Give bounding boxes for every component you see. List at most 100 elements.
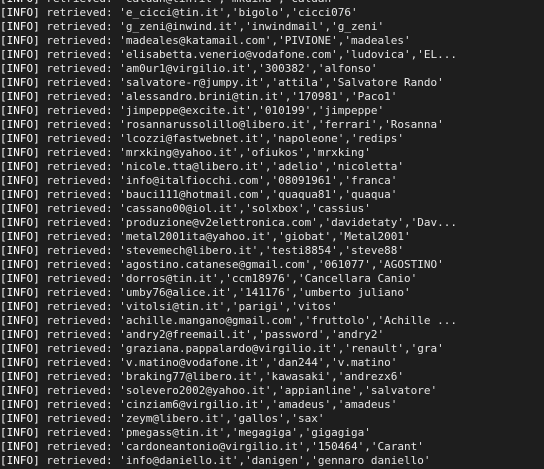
log-level-tag: [INFO] <box>0 62 40 75</box>
log-line: [INFO] retrieved: 'zeym@libero.it','gall… <box>0 412 457 426</box>
log-level-tag: [INFO] <box>0 286 40 299</box>
log-prefix: retrieved: <box>46 370 113 383</box>
log-message: 'produzione@v2elettronica.com','davideta… <box>119 216 457 229</box>
log-line: [INFO] retrieved: 'am0ur1@virgilio.it','… <box>0 62 457 76</box>
log-line: [INFO] retrieved: 'rosannarussolillo@lib… <box>0 118 457 132</box>
log-line: [INFO] retrieved: 'cinziam6@virgilio.it'… <box>0 398 457 412</box>
log-prefix: retrieved: <box>46 76 113 89</box>
log-level-tag: [INFO] <box>0 216 40 229</box>
log-level-tag: [INFO] <box>0 202 40 215</box>
log-message: 'info@italfiocchi.com','08091961','franc… <box>119 174 398 187</box>
log-message: 'graziana.pappalardo@virgilio.it','renau… <box>119 342 444 355</box>
log-level-tag: [INFO] <box>0 370 40 383</box>
log-prefix: retrieved: <box>46 90 113 103</box>
log-line: [INFO] retrieved: 'solevero2002@yahoo.it… <box>0 384 457 398</box>
log-message: 'cardoneantonio@virgilio.it','150464','C… <box>119 440 424 453</box>
log-line: [INFO] retrieved: 'cardoneantonio@virgil… <box>0 440 457 454</box>
log-message: 'vitolsi@tin.it','parigi','vitos' <box>119 300 338 313</box>
terminal-window[interactable]: [INFO] retrieved: 'caldan@tin.it','mkdin… <box>0 0 544 469</box>
log-prefix: retrieved: <box>46 272 113 285</box>
log-message: 'rosannarussolillo@libero.it','ferrari',… <box>119 118 444 131</box>
log-prefix: retrieved: <box>46 48 113 61</box>
log-line: [INFO] retrieved: 'salvatore-r@jumpy.it'… <box>0 76 457 90</box>
log-line: [INFO] retrieved: 'mrxking@yahoo.it','of… <box>0 146 457 160</box>
log-level-tag: [INFO] <box>0 104 40 117</box>
log-message: 'stevemech@libero.it','testi8854','steve… <box>119 244 405 257</box>
log-prefix: retrieved: <box>46 342 113 355</box>
log-message: 'elisabetta.venerio@vodafone.com','ludov… <box>119 48 457 61</box>
log-prefix: retrieved: <box>46 202 113 215</box>
log-line: [INFO] retrieved: 'achille.mangano@gmail… <box>0 314 457 328</box>
log-message: 'jimpeppe@excite.it','010199','jimpeppe' <box>119 104 385 117</box>
log-line: [INFO] retrieved: 'nicole.tta@libero.it'… <box>0 160 457 174</box>
log-prefix: retrieved: <box>46 0 112 5</box>
log-line: [INFO] retrieved: 'bauci111@hotmail.com'… <box>0 188 457 202</box>
log-message: 'agostino.catanese@gmail.com','061077','… <box>119 258 444 271</box>
log-message: 'solevero2002@yahoo.it','appianline','sa… <box>119 384 438 397</box>
log-level-tag: [INFO] <box>0 356 40 369</box>
log-level-tag: [INFO] <box>0 300 40 313</box>
log-level-tag: [INFO] <box>0 426 40 439</box>
log-level-tag: [INFO] <box>0 342 40 355</box>
log-prefix: retrieved: <box>46 398 113 411</box>
log-line: [INFO] retrieved: 'stevemech@libero.it',… <box>0 244 457 258</box>
log-line: [INFO] retrieved: 'umby76@alice.it','141… <box>0 286 457 300</box>
log-prefix: retrieved: <box>46 146 113 159</box>
log-message: 'andry2@freemail.it','password','andry2' <box>119 328 385 341</box>
log-prefix: retrieved: <box>46 300 113 313</box>
log-prefix: retrieved: <box>46 454 113 467</box>
log-prefix: retrieved: <box>46 426 113 439</box>
log-prefix: retrieved: <box>46 188 113 201</box>
log-prefix: retrieved: <box>46 216 113 229</box>
log-line: [INFO] retrieved: 'vitolsi@tin.it','pari… <box>0 300 457 314</box>
log-prefix: retrieved: <box>46 440 113 453</box>
log-level-tag: [INFO] <box>0 76 40 89</box>
log-prefix: retrieved: <box>46 412 113 425</box>
log-message: 'zeym@libero.it','gallos','sax' <box>119 412 325 425</box>
log-line: [INFO] retrieved: 'agostino.catanese@gma… <box>0 258 457 272</box>
log-message: 'dorros@tin.it','ccm18976','Cancellara C… <box>119 272 418 285</box>
log-line: [INFO] retrieved: 'info@italfiocchi.com'… <box>0 174 457 188</box>
log-level-tag: [INFO] <box>0 314 40 327</box>
log-level-tag: [INFO] <box>0 146 40 159</box>
log-line: [INFO] retrieved: 'cassano00@iol.it','so… <box>0 202 457 216</box>
log-prefix: retrieved: <box>46 20 113 33</box>
log-message: 'g_zeni@inwind.it','inwindmail','g_zeni' <box>119 20 385 33</box>
log-line: [INFO] retrieved: 'lcozzi@fastwebnet.it'… <box>0 132 457 146</box>
log-message: 'info@daniello.it','danigen','gennaro da… <box>119 454 431 467</box>
log-level-tag: [INFO] <box>0 174 40 187</box>
log-message: 'umby76@alice.it','141176','umberto juli… <box>119 286 411 299</box>
log-line: [INFO] retrieved: 'e_cicci@tin.it','bigo… <box>0 6 457 20</box>
log-message: 'metal2001ita@yahoo.it','giobat','Metal2… <box>119 230 411 243</box>
log-message: 'braking77@libero.it','kawasaki','andrez… <box>119 370 405 383</box>
log-message: 'nicole.tta@libero.it','adelio','nicolet… <box>119 160 405 173</box>
log-level-tag: [INFO] <box>0 272 40 285</box>
log-level-tag: [INFO] <box>0 258 40 271</box>
log-prefix: retrieved: <box>46 174 113 187</box>
log-line: [INFO] retrieved: 'madeales@katamail.com… <box>0 34 457 48</box>
log-line: [INFO] retrieved: 'andry2@freemail.it','… <box>0 328 457 342</box>
log-message: 'achille.mangano@gmail.com','fruttolo','… <box>119 314 457 327</box>
log-level-tag: [INFO] <box>0 412 40 425</box>
log-line: [INFO] retrieved: 'v.matino@vodafone.it'… <box>0 356 457 370</box>
log-level-tag: [INFO] <box>0 6 40 19</box>
log-message: 'v.matino@vodafone.it','dan244','v.matin… <box>119 356 398 369</box>
log-prefix: retrieved: <box>46 118 113 131</box>
log-prefix: retrieved: <box>46 258 113 271</box>
log-prefix: retrieved: <box>46 286 113 299</box>
log-prefix: retrieved: <box>46 62 113 75</box>
log-prefix: retrieved: <box>46 244 113 257</box>
log-line: [INFO] retrieved: 'dorros@tin.it','ccm18… <box>0 272 457 286</box>
log-message: 'alessandro.brini@tin.it','170981','Paco… <box>119 90 398 103</box>
log-level-tag: [INFO] <box>0 160 40 173</box>
log-level-tag: [INFO] <box>0 244 40 257</box>
log-level-tag: [INFO] <box>0 398 40 411</box>
log-message: 'salvatore-r@jumpy.it','attila','Salvato… <box>119 76 444 89</box>
log-line: [INFO] retrieved: 'info@daniello.it','da… <box>0 454 457 468</box>
log-level-tag: [INFO] <box>0 48 40 61</box>
log-level-tag: [INFO] <box>0 384 40 397</box>
log-level-tag: [INFO] <box>0 454 40 467</box>
log-message: 'cinziam6@virgilio.it','amadeus','amadeu… <box>119 398 398 411</box>
log-level-tag: [INFO] <box>0 90 40 103</box>
terminal-output: [INFO] retrieved: 'caldan@tin.it','mkdin… <box>0 0 457 468</box>
